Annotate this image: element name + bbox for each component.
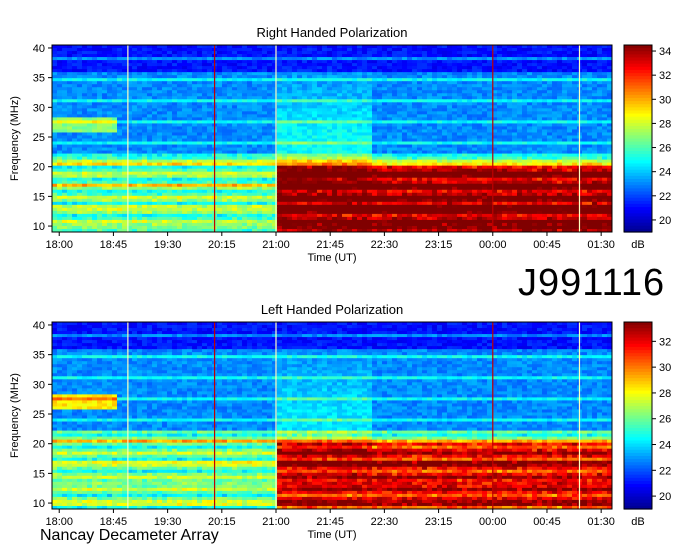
instrument-label: Nancay Decameter Array xyxy=(40,527,219,545)
colorbar-tick-label: 26 xyxy=(659,143,671,155)
colorbar-tick-label: 28 xyxy=(659,388,671,400)
y-tick-label: 25 xyxy=(33,409,45,421)
colorbar-tick-label: 34 xyxy=(659,46,671,58)
y-tick-label: 15 xyxy=(33,468,45,480)
x-axis-label: Time (UT) xyxy=(307,529,356,541)
x-tick-label: 21:45 xyxy=(316,516,344,528)
colorbar-tick-label: 20 xyxy=(659,215,671,227)
y-tick-label: 20 xyxy=(33,162,45,174)
heatmap-1 xyxy=(52,45,613,233)
heatmap-2 xyxy=(52,322,613,510)
x-tick-label: 00:00 xyxy=(479,516,507,528)
y-tick-label: 40 xyxy=(33,43,45,55)
colorbar-tick-label: 26 xyxy=(659,414,671,426)
chart-title: Right Handed Polarization xyxy=(256,25,407,40)
y-axis-label: Frequency (MHz) xyxy=(9,373,21,458)
x-tick-label: 18:45 xyxy=(100,239,128,251)
colorbar-tick-label: 32 xyxy=(659,70,671,82)
y-tick-label: 35 xyxy=(33,350,45,362)
x-axis-label: Time (UT) xyxy=(307,252,356,264)
y-tick-label: 15 xyxy=(33,191,45,203)
y-tick-label: 20 xyxy=(33,439,45,451)
y-tick-label: 10 xyxy=(33,498,45,510)
y-tick-label: 10 xyxy=(33,221,45,233)
colorbar-tick-label: 30 xyxy=(659,94,671,106)
observation-id-label: J991116 xyxy=(518,262,665,305)
y-tick-label: 30 xyxy=(33,379,45,391)
x-tick-label: 22:30 xyxy=(371,239,399,251)
spectrogram-figure: Right Handed Polarization 18:00 18:45 19:30… xyxy=(0,0,680,552)
y-tick-label: 25 xyxy=(33,132,45,144)
x-tick-label: 22:30 xyxy=(371,516,399,528)
y-tick-label: 40 xyxy=(33,320,45,332)
colorbar-tick-label: 30 xyxy=(659,362,671,374)
colorbar-label: dB xyxy=(631,239,644,251)
x-tick-label: 00:45 xyxy=(533,516,561,528)
x-tick-label: 21:00 xyxy=(262,516,290,528)
x-tick-label: 01:30 xyxy=(587,239,615,251)
colorbar-label: dB xyxy=(631,516,644,528)
x-tick-label: 20:15 xyxy=(208,239,236,251)
colorbar-tick-label: 22 xyxy=(659,191,671,203)
x-tick-label: 21:45 xyxy=(316,239,344,251)
colorbar-tick-label: 32 xyxy=(659,336,671,348)
x-tick-label: 18:00 xyxy=(45,239,73,251)
colorbar-tick-label: 24 xyxy=(659,440,671,452)
x-tick-label: 00:00 xyxy=(479,239,507,251)
x-tick-label: 01:30 xyxy=(587,516,615,528)
chart-title: Left Handed Polarization xyxy=(261,302,403,317)
y-axis-label: Frequency (MHz) xyxy=(9,96,21,181)
x-tick-label: 00:45 xyxy=(533,239,561,251)
x-tick-label: 21:00 xyxy=(262,239,290,251)
x-tick-label: 23:15 xyxy=(425,516,453,528)
colorbar-tick-label: 28 xyxy=(659,118,671,130)
x-tick-label: 19:30 xyxy=(154,239,182,251)
colorbar-tick-label: 22 xyxy=(659,465,671,477)
x-tick-label: 23:15 xyxy=(425,239,453,251)
colorbar-tick-label: 24 xyxy=(659,167,671,179)
y-tick-label: 35 xyxy=(33,73,45,85)
colorbar-2 xyxy=(624,322,652,510)
y-tick-label: 30 xyxy=(33,102,45,114)
colorbar-1 xyxy=(624,45,652,233)
colorbar-tick-label: 20 xyxy=(659,491,671,503)
